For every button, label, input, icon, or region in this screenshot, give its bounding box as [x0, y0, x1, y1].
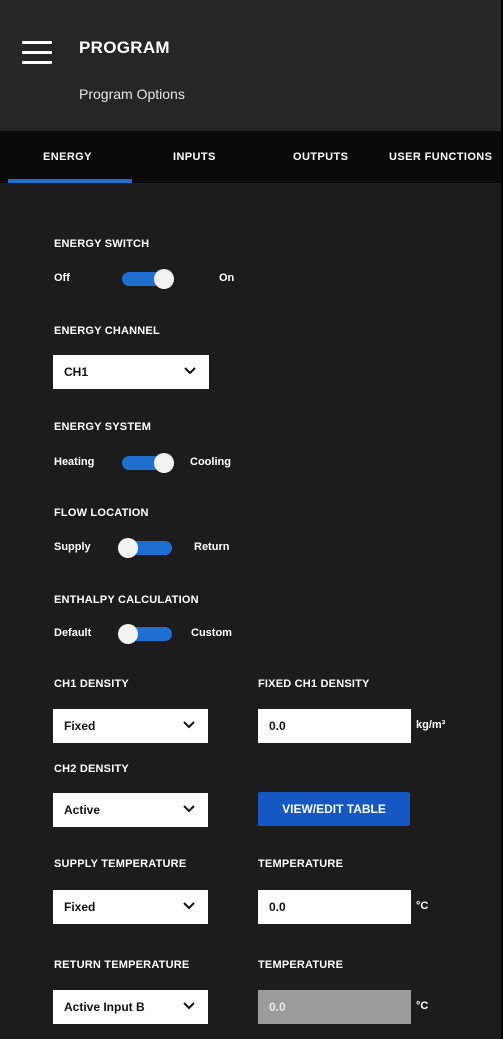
supply-temperature-input-value: 0.0 [269, 900, 286, 914]
flow-location-return-label: Return [194, 541, 230, 553]
fixed-ch1-density-input[interactable]: 0.0 [258, 709, 411, 743]
header-bar: PROGRAM Program Options [0, 0, 501, 131]
enthalpy-default-label: Default [54, 627, 92, 639]
density-unit-label: kg/m³ [416, 719, 446, 731]
tab-outputs[interactable]: OUTPUTS [293, 151, 348, 163]
ch2-density-value: Active [64, 803, 101, 817]
supply-temperature-label: SUPPLY TEMPERATURE [54, 858, 187, 870]
active-tab-indicator [8, 179, 132, 183]
tab-inputs[interactable]: INPUTS [173, 151, 216, 163]
chevron-down-icon [184, 367, 196, 375]
energy-channel-value: CH1 [64, 365, 89, 379]
energy-switch-off-label: Off [54, 272, 70, 284]
toggle-knob [154, 269, 174, 289]
fixed-ch1-density-value: 0.0 [269, 719, 286, 733]
page-subtitle: Program Options [79, 86, 185, 102]
chevron-down-icon [183, 1002, 195, 1010]
return-temp-value-label: TEMPERATURE [258, 959, 344, 971]
supply-temperature-input[interactable]: 0.0 [258, 890, 411, 924]
flow-location-label: FLOW LOCATION [54, 507, 149, 519]
supply-temp-value-label: TEMPERATURE [258, 858, 344, 870]
toggle-knob [154, 453, 174, 473]
menu-icon[interactable] [22, 41, 52, 65]
energy-channel-select[interactable]: CH1 [53, 355, 209, 389]
energy-switch-label: ENERGY SWITCH [54, 238, 150, 250]
tab-energy[interactable]: ENERGY [43, 151, 92, 163]
tab-user-functions[interactable]: USER FUNCTIONS [389, 151, 492, 163]
toggle-knob [118, 624, 138, 644]
ch1-density-value: Fixed [64, 719, 96, 733]
energy-switch-toggle[interactable] [118, 269, 174, 289]
ch1-density-select[interactable]: Fixed [53, 709, 208, 743]
fixed-ch1-density-label: FIXED CH1 DENSITY [258, 678, 370, 690]
supply-temperature-select[interactable]: Fixed [53, 890, 208, 924]
return-temperature-label: RETURN TEMPERATURE [54, 959, 190, 971]
energy-system-heating-label: Heating [54, 456, 95, 468]
return-temp-unit-label: °C [416, 1000, 429, 1012]
energy-system-cooling-label: Cooling [190, 456, 231, 468]
chevron-down-icon [183, 902, 195, 910]
enthalpy-calculation-label: ENTHALPY CALCULATION [54, 594, 199, 606]
return-temperature-select[interactable]: Active Input B [53, 990, 208, 1024]
energy-channel-label: ENERGY CHANNEL [54, 325, 160, 337]
flow-location-supply-label: Supply [54, 541, 91, 553]
page-title: PROGRAM [79, 38, 170, 57]
return-temperature-value: Active Input B [64, 1000, 145, 1014]
enthalpy-calculation-toggle[interactable] [118, 624, 174, 644]
flow-location-toggle[interactable] [118, 538, 174, 558]
app-frame: PROGRAM Program Options ENERGY INPUTS OU… [0, 0, 503, 1039]
energy-system-toggle[interactable] [118, 453, 174, 473]
return-temperature-input: 0.0 [258, 990, 411, 1024]
ch2-density-select[interactable]: Active [53, 793, 208, 827]
ch2-density-label: CH2 DENSITY [54, 763, 129, 775]
chevron-down-icon [183, 805, 195, 813]
supply-temp-unit-label: °C [416, 900, 429, 912]
toggle-knob [118, 538, 138, 558]
chevron-down-icon [183, 721, 195, 729]
energy-system-label: ENERGY SYSTEM [54, 421, 152, 433]
tab-bar: ENERGY INPUTS OUTPUTS USER FUNCTIONS [0, 131, 501, 183]
supply-temperature-value: Fixed [64, 900, 96, 914]
view-edit-table-button[interactable]: VIEW/EDIT TABLE [258, 792, 410, 826]
ch1-density-label: CH1 DENSITY [54, 678, 129, 690]
enthalpy-custom-label: Custom [191, 627, 232, 639]
return-temperature-input-value: 0.0 [269, 1000, 286, 1014]
energy-switch-on-label: On [219, 272, 235, 284]
